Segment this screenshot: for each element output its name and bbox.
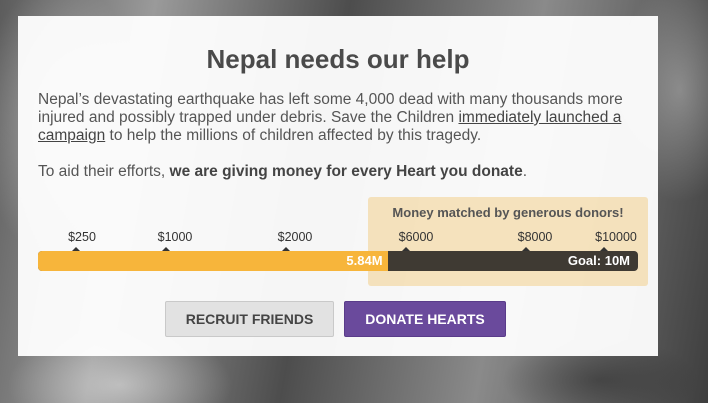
tick-label-250: $250 [68,230,96,244]
aid-text-before: To aid their efforts, [38,163,170,180]
tick-label-10000: $10000 [595,230,637,244]
raised-amount-label: 5.84M [346,253,383,268]
recruit-friends-button[interactable]: Recruit Friends [165,301,334,337]
tick-label-1000: $1000 [157,230,193,244]
tick-label-8000: $8000 [517,230,553,244]
donate-hearts-button[interactable]: Donate Hearts [344,301,506,337]
goal-label: Goal: 10M [567,253,630,268]
campaign-card: Nepal needs our help Nepal’s devastating… [18,16,658,356]
tick-label-2000: $2000 [277,230,313,244]
progress-fill [38,251,389,271]
tick-label-6000: $6000 [398,230,434,244]
page-title: Nepal needs our help [206,44,470,74]
aid-strong-text: we are giving money for every Heart you … [169,163,523,180]
donation-progress-bar: 5.84M Goal: 10M [38,251,638,271]
intro-paragraph: Nepal’s devastating earthquake has left … [38,91,628,145]
donor-match-label: Money matched by generous donors! [392,205,624,220]
intro-text-after: to help the millions of children affecte… [105,127,482,144]
aid-paragraph: To aid their efforts, we are giving mone… [38,163,628,181]
aid-text-after: . [522,163,528,180]
